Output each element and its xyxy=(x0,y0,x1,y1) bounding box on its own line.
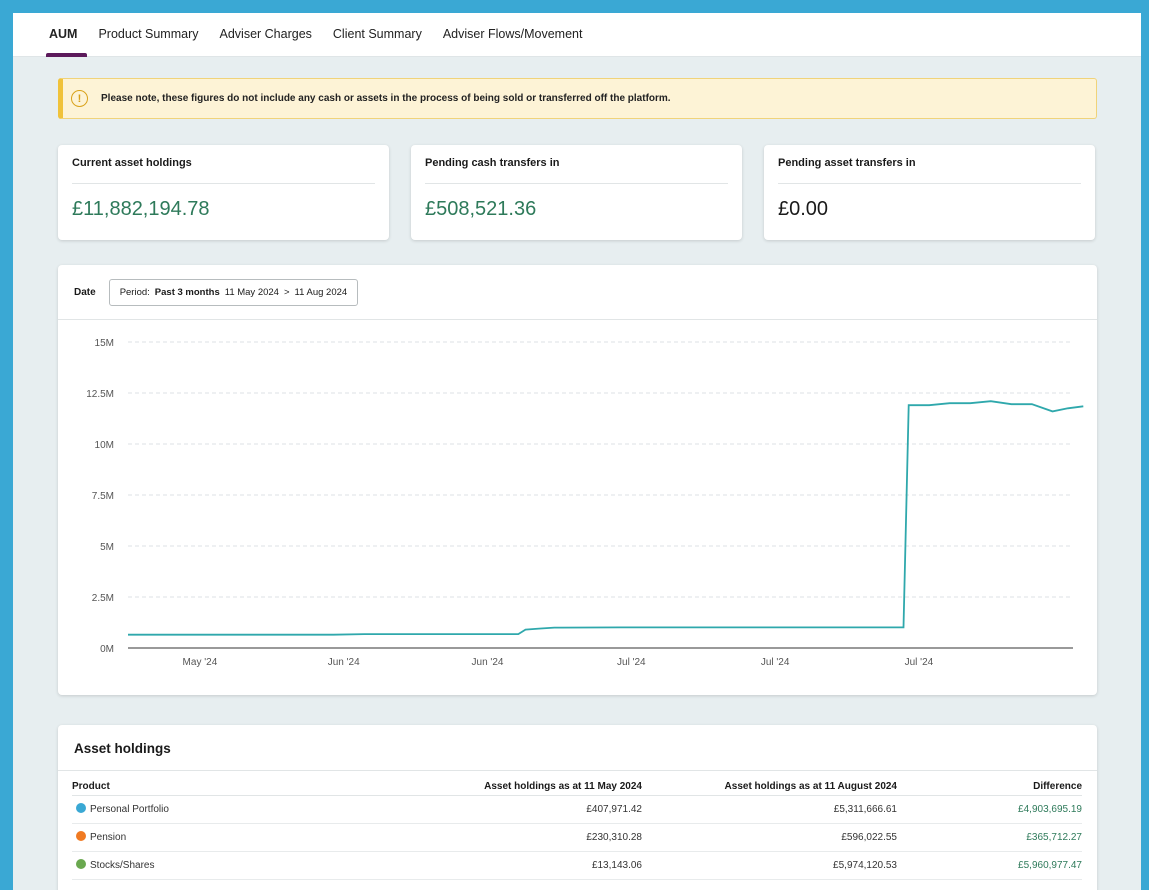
product-color-dot xyxy=(76,803,86,813)
difference-value: £4,903,695.19 xyxy=(897,795,1082,824)
col-aug: Asset holdings as at 11 August 2024 xyxy=(642,771,897,796)
stat-card-pending-assets: Pending asset transfers in £0.00 xyxy=(764,145,1095,240)
aum-series-line[interactable] xyxy=(128,400,1084,636)
period-prefix: Period: xyxy=(119,286,150,298)
x-tick-label: Jul '24 xyxy=(617,657,646,668)
notice-text: Please note, these figures do not includ… xyxy=(101,93,671,104)
aug-value: £5,311,666.61 xyxy=(642,795,897,824)
x-tick-label: Jul '24 xyxy=(905,657,934,668)
tab-aum[interactable]: AUM xyxy=(45,13,89,57)
product-color-dot xyxy=(76,831,86,841)
period-selector[interactable]: Period: Past 3 months 11 May 2024 > 11 A… xyxy=(108,278,359,306)
tab-adviser-charges[interactable]: Adviser Charges xyxy=(220,13,312,57)
product-cell: Personal Portfolio xyxy=(72,795,372,824)
x-tick-label: May '24 xyxy=(183,657,218,668)
may-value: £230,310.28 xyxy=(372,823,642,852)
holdings-table: Product Asset holdings as at 11 May 2024… xyxy=(72,771,1082,880)
aum-line-chart: 0M 2.5M 5M 7.5M 10M 12.5M 15M May '24 Jun '24 Jun… xyxy=(86,338,1084,668)
y-tick-label: 2.5M xyxy=(92,593,114,604)
stat-label: Pending cash transfers in xyxy=(425,157,728,184)
stat-label: Pending asset transfers in xyxy=(778,157,1081,184)
period-name: Past 3 months xyxy=(154,286,220,298)
y-tick-label: 5M xyxy=(100,542,114,553)
period-separator: > xyxy=(283,286,290,298)
aug-value: £5,974,120.53 xyxy=(642,851,897,880)
table-header-row: Product Asset holdings as at 11 May 2024… xyxy=(72,771,1082,796)
aug-value: £596,022.55 xyxy=(642,823,897,852)
stat-label: Current asset holdings xyxy=(72,157,375,184)
chart-filter-bar: Date Period: Past 3 months 11 May 2024 >… xyxy=(58,265,1097,320)
y-tick-label: 10M xyxy=(95,440,114,451)
product-cell: Stocks/Shares xyxy=(72,851,372,880)
may-value: £407,971.42 xyxy=(372,795,642,824)
tab-product-summary[interactable]: Product Summary xyxy=(98,13,198,57)
stat-value: £508,521.36 xyxy=(425,198,537,220)
stat-value: £0.00 xyxy=(778,198,829,220)
app-frame: AUM Product Summary Adviser Charges Clie… xyxy=(13,13,1141,890)
tab-adviser-flows[interactable]: Adviser Flows/Movement xyxy=(443,13,583,57)
x-tick-label: Jul '24 xyxy=(761,657,790,668)
period-start: 11 May 2024 xyxy=(224,286,279,298)
x-tick-label: Jun '24 xyxy=(328,657,360,668)
holdings-title: Asset holdings xyxy=(58,725,1097,771)
table-row[interactable]: Pension £230,310.28 £596,022.55 £365,712… xyxy=(72,823,1082,852)
x-tick-label: Jun '24 xyxy=(472,657,504,668)
stat-card-pending-cash: Pending cash transfers in £508,521.36 xyxy=(411,145,742,240)
y-tick-label: 15M xyxy=(95,338,114,349)
product-color-dot xyxy=(76,859,86,869)
stat-value: £11,882,194.78 xyxy=(72,198,210,220)
difference-value: £5,960,977.47 xyxy=(897,851,1082,880)
col-may: Asset holdings as at 11 May 2024 xyxy=(372,771,642,796)
warning-circle-icon: ! xyxy=(71,90,88,107)
tab-client-summary[interactable]: Client Summary xyxy=(333,13,422,57)
tab-bar: AUM Product Summary Adviser Charges Clie… xyxy=(13,13,1141,57)
stat-card-current-holdings: Current asset holdings £11,882,194.78 xyxy=(58,145,389,240)
date-label: Date xyxy=(74,286,96,298)
table-row[interactable]: Stocks/Shares £13,143.06 £5,974,120.53 £… xyxy=(72,851,1082,880)
period-end: 11 Aug 2024 xyxy=(294,286,348,298)
y-tick-label: 0M xyxy=(100,644,114,655)
difference-value: £365,712.27 xyxy=(897,823,1082,852)
asset-holdings-card: Asset holdings Product Asset holdings as… xyxy=(58,725,1097,890)
col-product: Product xyxy=(72,771,372,796)
aum-chart-card: Date Period: Past 3 months 11 May 2024 >… xyxy=(58,265,1097,695)
info-notice: ! Please note, these figures do not incl… xyxy=(58,78,1097,119)
y-tick-label: 12.5M xyxy=(86,389,114,400)
product-cell: Pension xyxy=(72,823,372,852)
table-row[interactable]: Personal Portfolio £407,971.42 £5,311,66… xyxy=(72,795,1082,824)
y-tick-label: 7.5M xyxy=(92,491,114,502)
col-difference: Difference xyxy=(897,771,1082,796)
may-value: £13,143.06 xyxy=(372,851,642,880)
